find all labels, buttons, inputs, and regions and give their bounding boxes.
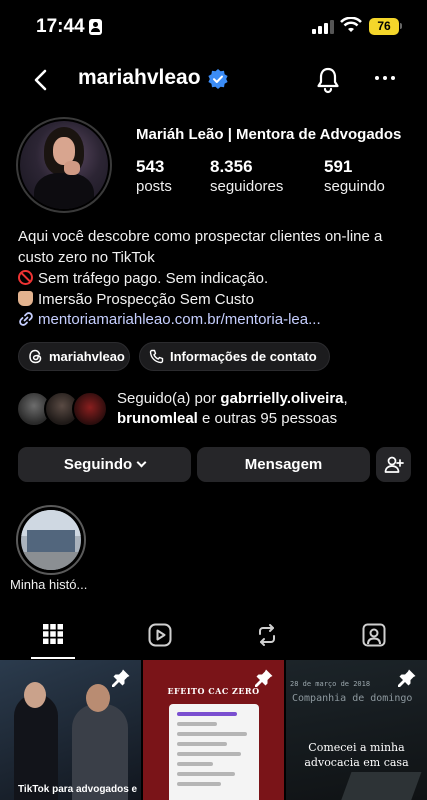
grid-icon	[43, 624, 63, 644]
profile-bio: Aqui você descobre como prospectar clien…	[18, 226, 418, 310]
bio-line: Aqui você descobre como prospectar clien…	[18, 228, 383, 245]
reels-icon	[148, 623, 172, 647]
post-thumbnail[interactable]: TikTok para advogados e	[0, 660, 141, 800]
bio-line: custo zero no TikTok	[18, 249, 155, 266]
stat-posts-label: posts	[136, 178, 172, 195]
bio-line: Imersão Prospecção Sem Custo	[18, 289, 418, 310]
add-person-icon	[384, 456, 404, 473]
following-button-label: Seguindo	[63, 456, 133, 473]
header-username: mariahvleao	[78, 66, 201, 89]
mutual-followers-avatars[interactable]	[16, 391, 108, 427]
verified-badge-icon	[208, 69, 228, 89]
contact-info-chip-label: Informações de contato	[170, 349, 317, 364]
stat-following-label: seguindo	[324, 178, 385, 195]
post-thumbnail[interactable]: EFEITO CAC ZERO	[143, 660, 284, 800]
back-arrow-icon[interactable]	[30, 68, 52, 92]
tab-tagged[interactable]	[320, 610, 426, 660]
prohibited-icon	[18, 270, 33, 285]
chevron-down-icon	[136, 457, 147, 468]
avatar	[72, 391, 108, 427]
pin-icon	[398, 669, 416, 687]
contact-info-chip[interactable]: Informações de contato	[139, 342, 330, 371]
stat-following-value: 591	[324, 157, 353, 176]
pointing-down-icon	[18, 291, 33, 306]
following-button[interactable]: Seguindo	[18, 447, 191, 482]
profile-avatar[interactable]	[20, 121, 108, 209]
message-button-label: Mensagem	[244, 456, 323, 473]
threads-chip-label: mariahvleao	[49, 349, 125, 364]
more-options-icon[interactable]	[375, 76, 397, 81]
cellular-signal-icon	[312, 19, 334, 34]
focus-person-icon	[89, 19, 102, 35]
battery-indicator: 76	[369, 18, 399, 35]
active-tab-indicator	[31, 657, 75, 659]
stat-following[interactable]: 591 seguindo	[324, 157, 385, 195]
status-time: 17:44	[36, 16, 85, 37]
profile-tabs	[0, 610, 427, 660]
followed-by-user: gabrrielly.oliveira	[220, 390, 344, 407]
bio-line: Sem tráfego pago. Sem indicação.	[18, 268, 418, 289]
repost-icon	[259, 624, 275, 646]
pin-icon	[255, 669, 273, 687]
threads-icon	[29, 349, 42, 364]
bell-icon[interactable]	[314, 66, 342, 94]
story-highlight-thumbnail[interactable]	[21, 510, 81, 570]
bio-line-text: Sem tráfego pago. Sem indicação.	[38, 270, 269, 287]
stat-followers-label: seguidores	[210, 178, 284, 195]
display-name: Mariáh Leão | Mentora de Advogados	[136, 126, 402, 143]
tab-reposts[interactable]	[213, 610, 319, 660]
post-chat-screenshot	[169, 704, 259, 800]
story-highlight-label: Minha histó...	[10, 577, 88, 592]
wifi-icon	[340, 17, 362, 32]
stat-followers-value: 8.356	[210, 157, 253, 176]
threads-chip[interactable]: mariahvleao	[18, 342, 130, 371]
pin-icon	[112, 669, 130, 687]
status-bar: 17:44 76	[0, 0, 427, 54]
post-caption: Comecei a minha advocacia em casa	[304, 741, 409, 769]
bio-line-text: Imersão Prospecção Sem Custo	[38, 291, 254, 308]
tab-grid[interactable]	[0, 610, 106, 660]
followed-by-text[interactable]: Seguido(a) por gabrrielly.oliveira, brun…	[117, 389, 417, 429]
link-icon	[19, 312, 33, 326]
stat-posts-value: 543	[136, 157, 165, 176]
message-button[interactable]: Mensagem	[197, 447, 370, 482]
followed-by-user: brunomleal	[117, 410, 198, 427]
followed-by-suffix: e outras 95 pessoas	[197, 410, 338, 427]
post-caption: TikTok para advogados e	[18, 784, 138, 795]
post-subtitle: Companhia de domingo	[292, 693, 413, 704]
stat-posts[interactable]: 543 posts	[136, 157, 172, 195]
suggested-people-button[interactable]	[376, 447, 411, 482]
post-thumbnail[interactable]: 28 de março de 2018 Companhia de domingo…	[286, 660, 427, 800]
tab-reels[interactable]	[106, 610, 212, 660]
phone-icon	[149, 349, 164, 364]
post-date-text: 28 de março de 2018	[290, 680, 371, 688]
tagged-icon	[362, 623, 386, 647]
bio-link-text: mentoriamariahleao.com.br/mentoria-lea..…	[38, 311, 321, 328]
stat-followers[interactable]: 8.356 seguidores	[210, 157, 283, 195]
bio-link[interactable]: mentoriamariahleao.com.br/mentoria-lea..…	[18, 311, 321, 328]
profile-header: mariahvleao	[0, 58, 427, 102]
battery-tip	[400, 23, 402, 29]
followed-by-prefix: Seguido(a) por	[117, 390, 221, 407]
followed-by-separator: ,	[343, 390, 348, 407]
